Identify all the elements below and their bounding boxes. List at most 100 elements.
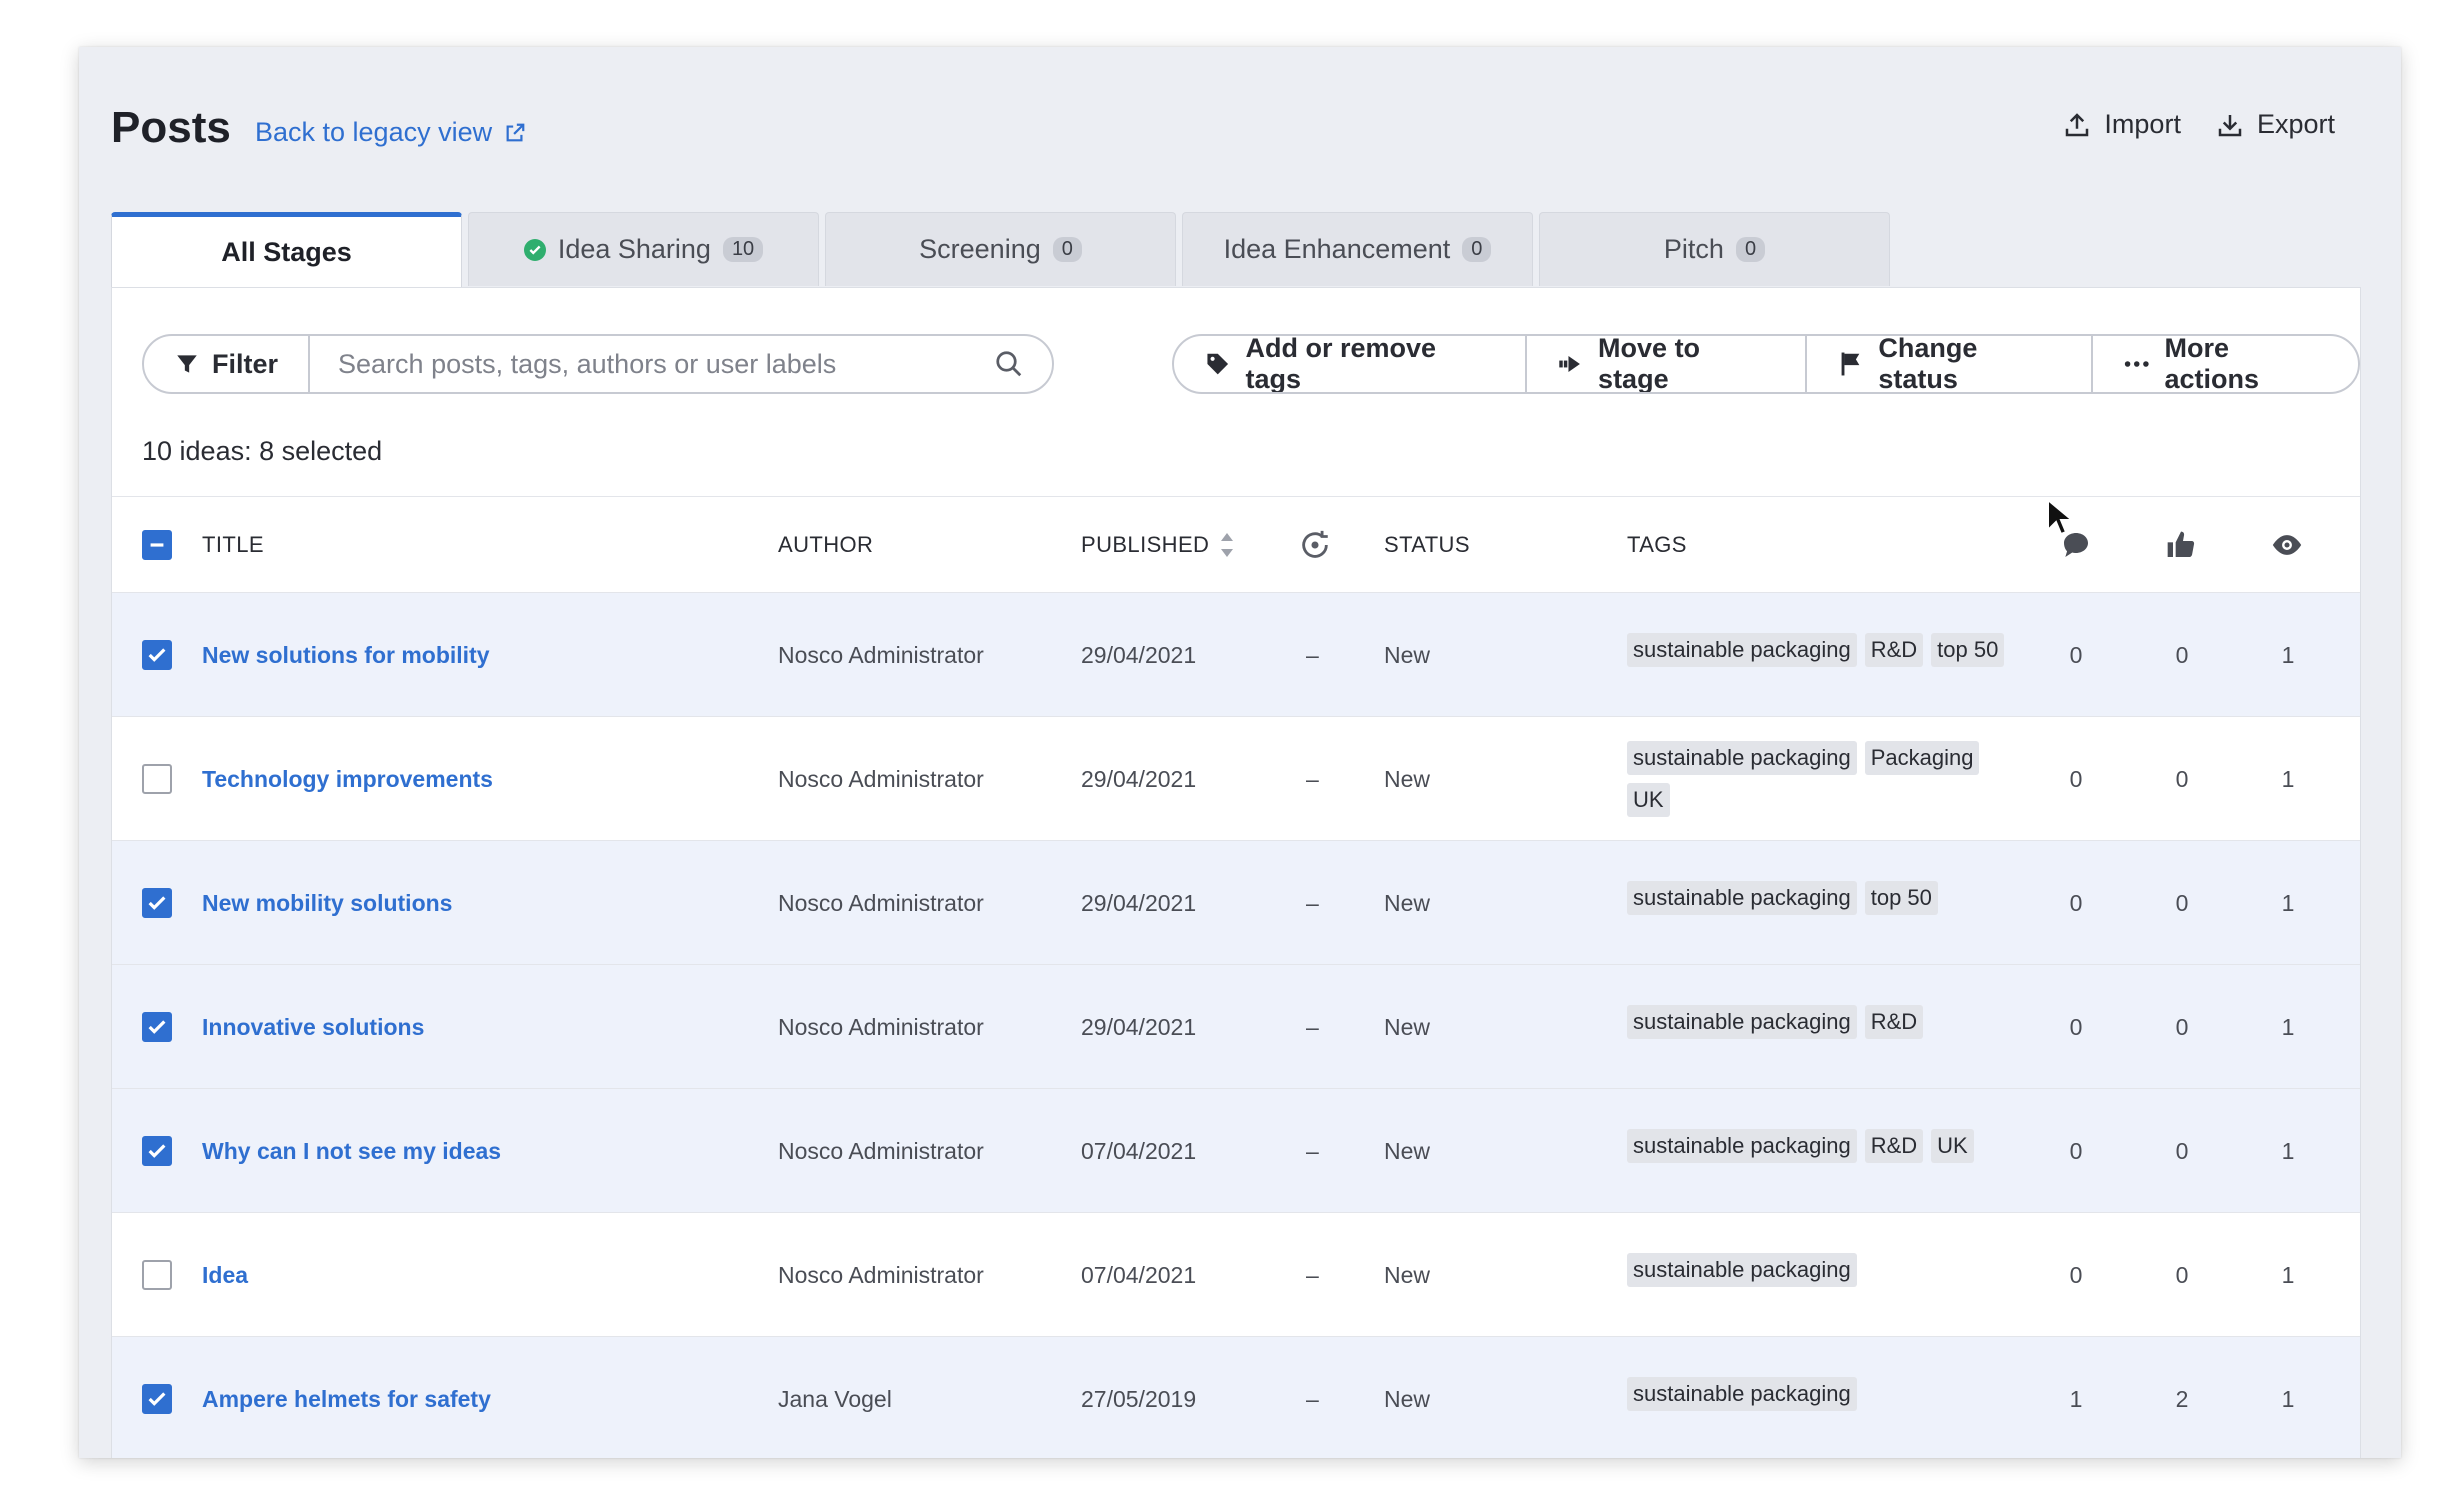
- tags-cell: sustainable packaging top 50: [1627, 881, 2027, 915]
- published-cell: 07/04/2021: [1081, 1137, 1197, 1164]
- tag-chip[interactable]: R&D: [1864, 1129, 1924, 1163]
- export-button[interactable]: Export: [2215, 109, 2335, 140]
- title-cell: Innovative solutions: [202, 965, 424, 1089]
- check-icon: [148, 896, 166, 910]
- search-input[interactable]: Search posts, tags, authors or user labe…: [310, 336, 1052, 392]
- author-cell: Nosco Administrator: [778, 1137, 984, 1164]
- import-button[interactable]: Import: [2062, 109, 2181, 140]
- table-row[interactable]: Technology improvements Nosco Administra…: [112, 716, 2360, 840]
- tags-cell: sustainable packaging R&D: [1627, 1005, 2027, 1039]
- row-checkbox[interactable]: [142, 1384, 172, 1414]
- views-count: 1: [2281, 1013, 2295, 1040]
- post-title-link[interactable]: Technology improvements: [202, 766, 493, 793]
- move-to-stage-button[interactable]: Move to stage: [1527, 336, 1807, 392]
- column-status[interactable]: STATUS: [1384, 497, 1470, 593]
- tag-chip[interactable]: R&D: [1864, 1005, 1924, 1039]
- row-checkbox[interactable]: [142, 764, 172, 794]
- tags-cell: sustainable packaging R&D UK: [1627, 1129, 2027, 1163]
- tag-chip[interactable]: Packaging: [1864, 741, 1980, 775]
- column-author[interactable]: AUTHOR: [778, 497, 873, 593]
- row-checkbox[interactable]: [142, 1136, 172, 1166]
- row-select-cell: [142, 717, 172, 841]
- table-row[interactable]: Ampere helmets for safety Jana Vogel 27/…: [112, 1336, 2360, 1458]
- updated-cell: –: [1306, 1137, 1319, 1164]
- title-cell: New solutions for mobility: [202, 593, 490, 717]
- row-checkbox[interactable]: [142, 888, 172, 918]
- post-title-link[interactable]: Ampere helmets for safety: [202, 1386, 491, 1413]
- tag-chip[interactable]: top 50: [1931, 633, 2005, 667]
- updated-cell: –: [1306, 889, 1319, 916]
- tab-screening[interactable]: Screening 0: [825, 212, 1176, 286]
- column-updated[interactable]: [1298, 497, 1332, 593]
- post-title-link[interactable]: New mobility solutions: [202, 890, 452, 917]
- row-select-cell: [142, 593, 172, 717]
- table-header: TITLE AUTHOR PUBLISHED STATUS TAGS: [112, 496, 2360, 592]
- post-title-link[interactable]: Why can I not see my ideas: [202, 1138, 501, 1165]
- tag-chip[interactable]: top 50: [1864, 881, 1938, 915]
- tab-idea-sharing[interactable]: Idea Sharing 10: [468, 212, 819, 286]
- tab-all-stages[interactable]: All Stages: [111, 212, 462, 288]
- post-title-link[interactable]: New solutions for mobility: [202, 642, 490, 669]
- author-cell: Nosco Administrator: [778, 1261, 984, 1288]
- tab-count-badge: 0: [1462, 237, 1492, 262]
- row-select-cell: [142, 965, 172, 1089]
- tag-chip[interactable]: sustainable packaging: [1627, 1005, 1857, 1039]
- mouse-cursor-icon: [2047, 498, 2072, 536]
- tag-icon: [1207, 353, 1229, 375]
- add-remove-tags-button[interactable]: Add or remove tags: [1174, 336, 1527, 392]
- likes-count: 0: [2175, 1013, 2189, 1040]
- change-status-button[interactable]: Change status: [1807, 336, 2093, 392]
- tag-chip[interactable]: sustainable packaging: [1627, 741, 1857, 775]
- likes-count: 0: [2175, 765, 2189, 792]
- check-icon: [148, 1144, 166, 1158]
- row-checkbox[interactable]: [142, 1012, 172, 1042]
- title-cell: Technology improvements: [202, 717, 493, 841]
- tab-pitch[interactable]: Pitch 0: [1539, 212, 1890, 286]
- column-likes[interactable]: [2165, 497, 2197, 593]
- column-views[interactable]: [2270, 497, 2304, 593]
- table-row[interactable]: Idea Nosco Administrator 07/04/2021 – Ne…: [112, 1212, 2360, 1336]
- status-cell: New: [1384, 1137, 1431, 1164]
- tags-cell: sustainable packaging Packaging UK: [1627, 741, 2027, 817]
- more-actions-button[interactable]: More actions: [2093, 336, 2358, 392]
- post-title-link[interactable]: Idea: [202, 1262, 248, 1289]
- tag-chip[interactable]: sustainable packaging: [1627, 633, 1857, 667]
- refresh-icon: [1302, 530, 1328, 558]
- tag-chip[interactable]: sustainable packaging: [1627, 881, 1857, 915]
- status-cell: New: [1384, 1385, 1431, 1412]
- filter-toolbar: Filter Search posts, tags, authors or us…: [142, 334, 1055, 394]
- column-published[interactable]: PUBLISHED: [1081, 497, 1235, 593]
- row-checkbox[interactable]: [142, 640, 172, 670]
- table-row[interactable]: Innovative solutions Nosco Administrator…: [112, 964, 2360, 1088]
- tags-cell: sustainable packaging R&D top 50: [1627, 633, 2027, 667]
- status-cell: New: [1384, 1261, 1431, 1288]
- legacy-view-link[interactable]: Back to legacy view: [255, 117, 526, 148]
- tag-chip[interactable]: sustainable packaging: [1627, 1253, 1857, 1287]
- tab-idea-enhancement[interactable]: Idea Enhancement 0: [1182, 212, 1533, 286]
- comments-count: 0: [2069, 765, 2083, 792]
- comments-count: 0: [2069, 1261, 2083, 1288]
- tag-chip[interactable]: UK: [1627, 783, 1670, 817]
- published-cell: 07/04/2021: [1081, 1261, 1197, 1288]
- tag-chip[interactable]: sustainable packaging: [1627, 1129, 1857, 1163]
- tag-chip[interactable]: UK: [1931, 1129, 1974, 1163]
- select-all-checkbox[interactable]: [142, 530, 172, 560]
- row-select-cell: [142, 1213, 172, 1337]
- updated-cell: –: [1306, 1261, 1319, 1288]
- filter-button[interactable]: Filter: [144, 336, 311, 392]
- move-stage-label: Move to stage: [1598, 334, 1701, 394]
- post-title-link[interactable]: Innovative solutions: [202, 1014, 424, 1041]
- table-row[interactable]: New solutions for mobility Nosco Adminis…: [112, 592, 2360, 716]
- row-checkbox[interactable]: [142, 1260, 172, 1290]
- tag-chip[interactable]: sustainable packaging: [1627, 1377, 1857, 1411]
- tag-chip[interactable]: R&D: [1864, 633, 1924, 667]
- column-title[interactable]: TITLE: [202, 497, 264, 593]
- likes-count: 0: [2175, 641, 2189, 668]
- download-icon: [2218, 114, 2242, 136]
- table-row[interactable]: New mobility solutions Nosco Administrat…: [112, 840, 2360, 964]
- bulk-actions: Add or remove tags Move to stage Change …: [1172, 334, 2360, 394]
- author-cell: Nosco Administrator: [778, 641, 984, 668]
- column-tags[interactable]: TAGS: [1627, 497, 1687, 593]
- arrow-right-icon: [1558, 355, 1580, 373]
- table-row[interactable]: Why can I not see my ideas Nosco Adminis…: [112, 1088, 2360, 1212]
